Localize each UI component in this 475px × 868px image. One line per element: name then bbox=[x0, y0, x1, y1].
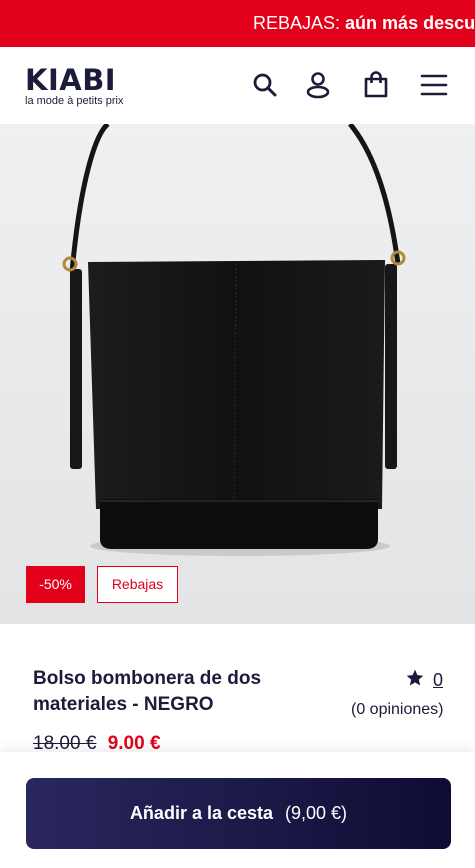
sticky-cart-bar: Añadir a la cesta (9,00 €) bbox=[0, 752, 475, 868]
star-icon bbox=[405, 668, 425, 693]
logo-wordmark: KIABI bbox=[25, 63, 117, 97]
search-icon[interactable] bbox=[251, 71, 279, 99]
promo-prefix: REBAJAS: bbox=[253, 13, 341, 33]
logo-tagline: la mode à petits prix bbox=[25, 95, 124, 107]
menu-icon[interactable] bbox=[420, 71, 448, 99]
old-price: 18.00 € bbox=[33, 733, 97, 754]
add-to-cart-button[interactable]: Añadir a la cesta (9,00 €) bbox=[26, 778, 451, 849]
kiabi-logo[interactable]: KIABI la mode à petits prix bbox=[25, 65, 145, 109]
sale-price: 9.00 € bbox=[107, 733, 161, 754]
promo-banner[interactable]: REBAJAS: aún más descu bbox=[0, 0, 475, 47]
reviews-count: (0 opiniones) bbox=[351, 701, 444, 718]
sale-badge: Rebajas bbox=[97, 566, 178, 603]
add-to-cart-label: Añadir a la cesta bbox=[129, 803, 274, 823]
discount-badge: -50% bbox=[26, 566, 85, 603]
product-title: Bolso bombonera de dos materiales - NEGR… bbox=[33, 668, 262, 715]
promo-text: REBAJAS: aún más descu bbox=[253, 13, 475, 33]
add-to-cart-price: (9,00 €) bbox=[285, 803, 348, 823]
site-header: KIABI la mode à petits prix bbox=[0, 47, 475, 124]
rating-summary[interactable]: 0 bbox=[405, 668, 443, 693]
promo-highlight: aún más descu bbox=[345, 13, 475, 33]
bag-icon[interactable] bbox=[362, 71, 390, 99]
account-icon[interactable] bbox=[304, 71, 332, 99]
rating-count-link[interactable]: 0 bbox=[433, 670, 443, 691]
product-image[interactable] bbox=[0, 124, 475, 624]
